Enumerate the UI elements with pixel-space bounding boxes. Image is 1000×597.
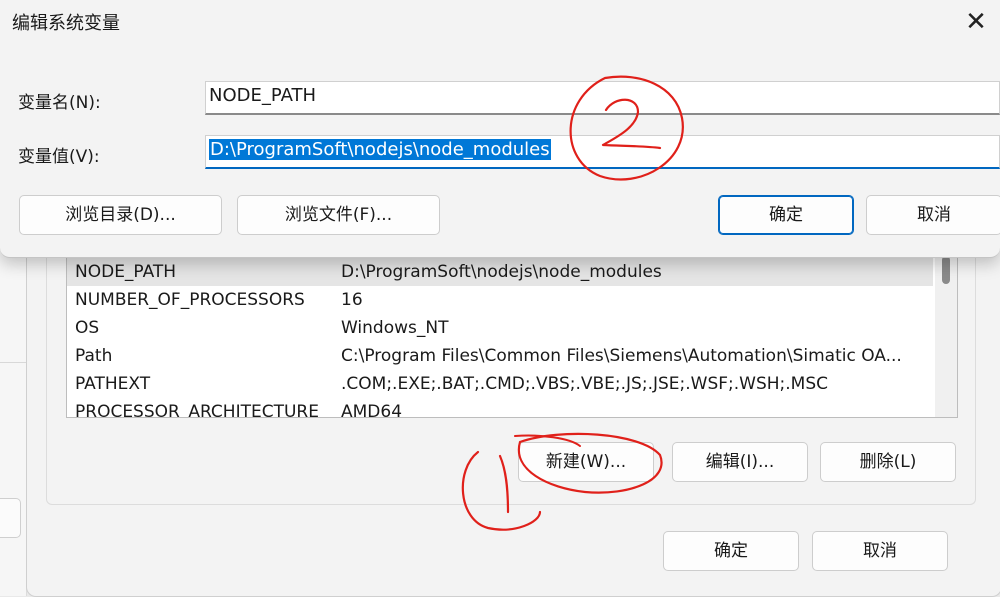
- parent-ok-button[interactable]: 确定: [663, 531, 799, 571]
- vertical-scrollbar[interactable]: [935, 250, 957, 417]
- variable-name-input[interactable]: NODE_PATH: [205, 81, 1000, 115]
- variable-value: D:\ProgramSoft\nodejs\node_modules: [341, 262, 662, 282]
- delete-variable-button[interactable]: 删除(L): [820, 442, 956, 482]
- dialog-title: 编辑系统变量: [12, 13, 120, 34]
- variable-value-text: D:\ProgramSoft\nodejs\node_modules: [209, 139, 551, 160]
- cancel-button[interactable]: 取消: [866, 195, 1000, 235]
- variable-name: PROCESSOR_ARCHITECTURE: [75, 402, 319, 418]
- variable-name: NODE_PATH: [75, 262, 177, 282]
- variable-value: C:\Program Files\Common Files\Siemens\Au…: [341, 346, 902, 366]
- variable-value-label: 变量值(V):: [18, 147, 100, 167]
- list-row[interactable]: Path C:\Program Files\Common Files\Sieme…: [67, 342, 933, 370]
- new-variable-button[interactable]: 新建(W)...: [518, 442, 654, 482]
- system-variables-list[interactable]: NODE_PATH D:\ProgramSoft\nodejs\node_mod…: [66, 250, 958, 418]
- variable-name: NUMBER_OF_PROCESSORS: [75, 290, 305, 310]
- variable-value: AMD64: [341, 402, 403, 418]
- list-row[interactable]: PROCESSOR_ARCHITECTURE AMD64: [67, 398, 933, 418]
- scrollbar-thumb[interactable]: [942, 256, 950, 284]
- parent-cancel-button[interactable]: 取消: [812, 531, 948, 571]
- title-bar[interactable]: 编辑系统变量 ✕: [0, 0, 1000, 44]
- variable-name: Path: [75, 346, 113, 366]
- browse-directory-button[interactable]: 浏览目录(D)...: [19, 195, 222, 235]
- divider: [0, 362, 26, 363]
- list-row[interactable]: PATHEXT .COM;.EXE;.BAT;.CMD;.VBS;.VBE;.J…: [67, 370, 933, 398]
- list-row[interactable]: OS Windows_NT: [67, 314, 933, 342]
- browse-file-button[interactable]: 浏览文件(F)...: [237, 195, 440, 235]
- variable-value: 16: [341, 290, 363, 310]
- variable-name-label: 变量名(N):: [18, 93, 101, 113]
- edit-system-variable-dialog: 编辑系统变量 ✕ 变量名(N): NODE_PATH 变量值(V): D:\Pr…: [0, 0, 1000, 258]
- variable-value: .COM;.EXE;.BAT;.CMD;.VBS;.VBE;.JS;.JSE;.…: [341, 374, 829, 394]
- edit-variable-button[interactable]: 编辑(I)...: [672, 442, 808, 482]
- variable-value: Windows_NT: [341, 318, 449, 338]
- variable-name: PATHEXT: [75, 374, 151, 394]
- background-control: [0, 498, 21, 538]
- variable-value-input[interactable]: D:\ProgramSoft\nodejs\node_modules: [205, 135, 1000, 169]
- background-window-edge: [0, 250, 27, 596]
- ok-button[interactable]: 确定: [718, 195, 854, 235]
- list-row[interactable]: NODE_PATH D:\ProgramSoft\nodejs\node_mod…: [67, 258, 933, 286]
- variable-name-text: NODE_PATH: [209, 85, 317, 106]
- variable-name: OS: [75, 318, 100, 338]
- close-icon[interactable]: ✕: [956, 2, 996, 42]
- list-row[interactable]: NUMBER_OF_PROCESSORS 16: [67, 286, 933, 314]
